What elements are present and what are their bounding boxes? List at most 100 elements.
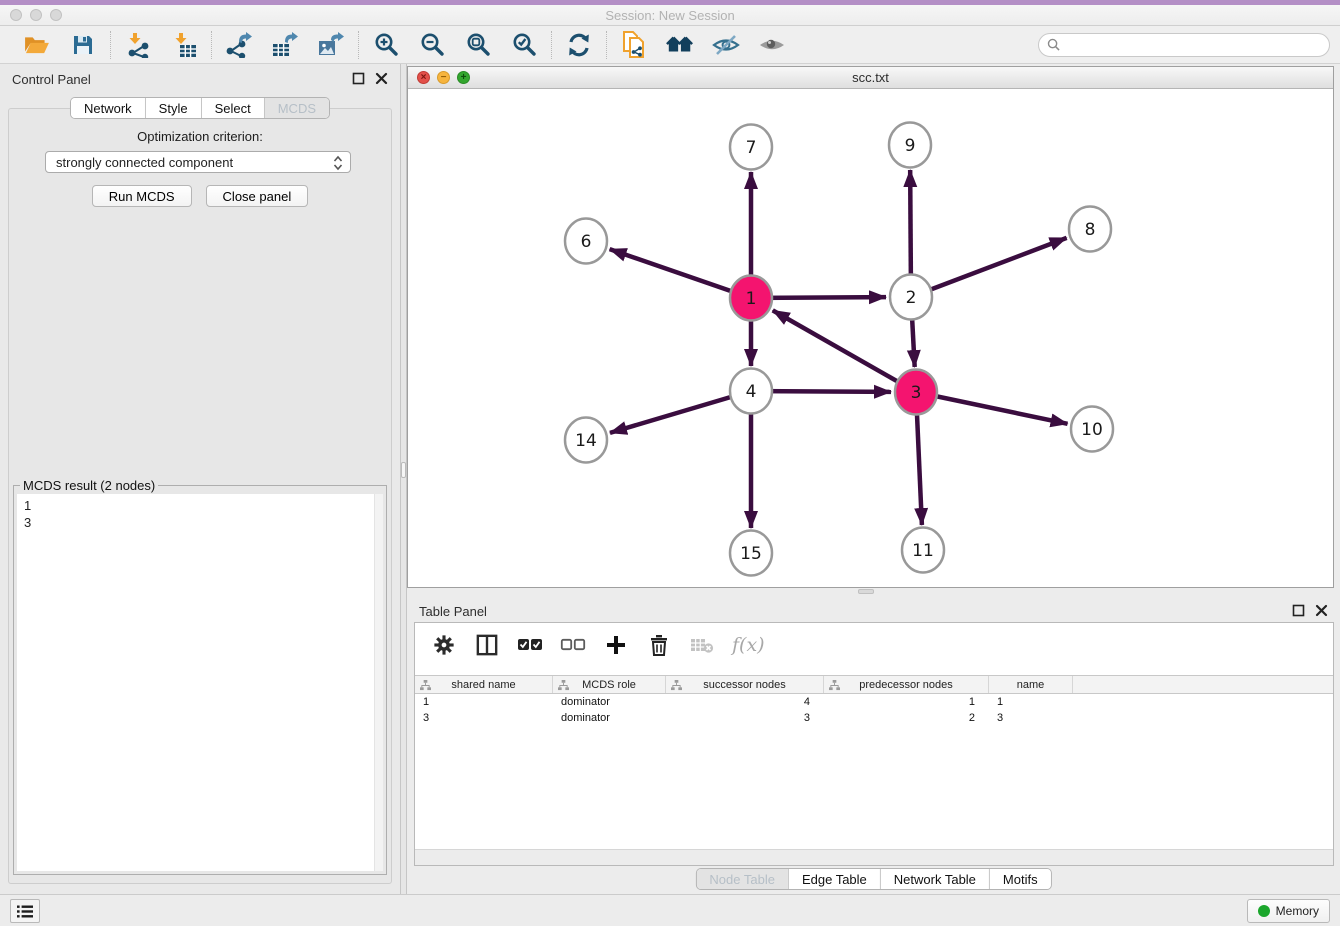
close-panel-icon[interactable] bbox=[1315, 604, 1328, 617]
tab-node-table[interactable]: Node Table bbox=[696, 869, 788, 889]
graph-node-label-14: 14 bbox=[575, 431, 597, 451]
tab-style[interactable]: Style bbox=[145, 98, 201, 118]
table-body: 1dominator4113dominator323 bbox=[415, 694, 1333, 726]
criterion-value: strongly connected component bbox=[56, 155, 233, 170]
import-network-icon[interactable] bbox=[124, 31, 152, 59]
close-network-icon[interactable]: × bbox=[417, 71, 430, 84]
tab-edge-table[interactable]: Edge Table bbox=[788, 869, 880, 889]
graph-edge-3-10[interactable] bbox=[916, 392, 1068, 424]
table-footer-strip bbox=[415, 849, 1333, 865]
run-mcds-button[interactable]: Run MCDS bbox=[92, 185, 192, 207]
table-cell[interactable]: 1 bbox=[824, 694, 989, 710]
graph-node-label-1: 1 bbox=[746, 289, 757, 309]
tab-network[interactable]: Network bbox=[71, 98, 145, 118]
float-panel-icon[interactable] bbox=[1292, 604, 1305, 617]
table-toolbar: f(x) bbox=[415, 623, 1333, 667]
minimize-network-icon[interactable]: − bbox=[437, 71, 450, 84]
table-row[interactable]: 1dominator411 bbox=[415, 694, 1333, 710]
list-icon bbox=[17, 905, 33, 918]
horizontal-splitter[interactable] bbox=[407, 588, 1340, 596]
column-header-name[interactable]: name bbox=[989, 676, 1073, 693]
vertical-splitter[interactable] bbox=[400, 64, 407, 894]
node-table-container: f(x) shared nameMCDS rolesuccessor nodes… bbox=[414, 622, 1334, 866]
graph-node-label-11: 11 bbox=[912, 541, 934, 561]
table-cell[interactable]: 1 bbox=[989, 694, 1073, 710]
graph-node-label-8: 8 bbox=[1085, 220, 1096, 240]
mcds-result-text[interactable]: 1 3 bbox=[17, 494, 383, 871]
graph-node-label-3: 3 bbox=[911, 383, 922, 403]
graph-node-label-10: 10 bbox=[1081, 420, 1103, 440]
optimization-criterion-label: Optimization criterion: bbox=[9, 129, 391, 144]
graph-node-label-4: 4 bbox=[746, 382, 757, 402]
network-window-title: scc.txt bbox=[408, 70, 1333, 85]
graph-edge-2-8[interactable] bbox=[911, 238, 1067, 297]
table-panel-title: Table Panel bbox=[419, 604, 487, 619]
export-table-icon[interactable] bbox=[271, 31, 299, 59]
splitter-grip[interactable] bbox=[858, 589, 874, 594]
show-all-eye-icon[interactable] bbox=[758, 31, 786, 59]
tab-network-table[interactable]: Network Table bbox=[880, 869, 989, 889]
splitter-grip[interactable] bbox=[401, 462, 406, 478]
network-from-file-icon[interactable] bbox=[620, 31, 648, 59]
table-cell[interactable]: 3 bbox=[666, 710, 824, 726]
graph-edge-3-1[interactable] bbox=[773, 310, 916, 392]
tab-mcds[interactable]: MCDS bbox=[264, 98, 329, 118]
mcds-result-fieldset: MCDS result (2 nodes) 1 3 bbox=[13, 485, 387, 875]
control-panel: Control Panel NetworkStyleSelectMCDS Opt… bbox=[0, 64, 400, 894]
tab-motifs[interactable]: Motifs bbox=[989, 869, 1051, 889]
maximize-network-icon[interactable]: + bbox=[457, 71, 470, 84]
split-columns-icon[interactable] bbox=[474, 632, 500, 658]
table-cell[interactable]: dominator bbox=[553, 694, 666, 710]
table-cell[interactable]: 3 bbox=[415, 710, 553, 726]
column-header-MCDS-role[interactable]: MCDS role bbox=[553, 676, 666, 693]
delete-column-trash-icon[interactable] bbox=[646, 632, 672, 658]
hide-selected-eye-icon[interactable] bbox=[712, 31, 740, 59]
first-neighbors-icon[interactable] bbox=[666, 31, 694, 59]
column-header-predecessor-nodes[interactable]: predecessor nodes bbox=[824, 676, 989, 693]
criterion-dropdown[interactable]: strongly connected component bbox=[45, 151, 351, 173]
graph-node-label-6: 6 bbox=[581, 232, 592, 252]
search-box[interactable] bbox=[1038, 33, 1330, 57]
task-history-button[interactable] bbox=[10, 899, 40, 923]
open-folder-icon[interactable] bbox=[23, 31, 51, 59]
import-table-icon[interactable] bbox=[170, 31, 198, 59]
zoom-selected-icon[interactable] bbox=[510, 31, 538, 59]
table-panel: Table Panel bbox=[407, 596, 1340, 894]
network-graph[interactable]: 7968124314101511 bbox=[408, 89, 1333, 587]
column-header-successor-nodes[interactable]: successor nodes bbox=[666, 676, 824, 693]
zoom-out-icon[interactable] bbox=[418, 31, 446, 59]
table-row[interactable]: 3dominator323 bbox=[415, 710, 1333, 726]
network-view-window: × − + scc.txt 7968124314101511 bbox=[407, 66, 1334, 588]
network-canvas[interactable]: 7968124314101511 bbox=[408, 89, 1333, 587]
memory-label: Memory bbox=[1276, 904, 1319, 918]
settings-gear-icon[interactable] bbox=[431, 632, 457, 658]
zoom-fit-icon[interactable] bbox=[464, 31, 492, 59]
delete-table-icon bbox=[689, 632, 715, 658]
table-cell[interactable]: dominator bbox=[553, 710, 666, 726]
table-header-row: shared nameMCDS rolesuccessor nodesprede… bbox=[415, 675, 1333, 694]
add-column-icon[interactable] bbox=[603, 632, 629, 658]
save-session-icon[interactable] bbox=[69, 31, 97, 59]
result-scrollbar[interactable] bbox=[374, 494, 383, 871]
network-window-titlebar[interactable]: × − + scc.txt bbox=[408, 67, 1333, 89]
table-cell[interactable]: 3 bbox=[989, 710, 1073, 726]
graph-node-label-7: 7 bbox=[746, 138, 757, 158]
search-input[interactable] bbox=[1065, 38, 1321, 52]
tab-select[interactable]: Select bbox=[201, 98, 264, 118]
table-cell[interactable]: 1 bbox=[415, 694, 553, 710]
memory-button[interactable]: Memory bbox=[1247, 899, 1330, 923]
export-network-icon[interactable] bbox=[225, 31, 253, 59]
export-image-icon[interactable] bbox=[317, 31, 345, 59]
refresh-icon[interactable] bbox=[565, 31, 593, 59]
zoom-in-icon[interactable] bbox=[372, 31, 400, 59]
deselect-all-icon[interactable] bbox=[560, 632, 586, 658]
select-all-checked-icon[interactable] bbox=[517, 632, 543, 658]
close-panel-icon[interactable] bbox=[375, 72, 388, 85]
mcds-result-title: MCDS result (2 nodes) bbox=[20, 478, 158, 493]
close-panel-button[interactable]: Close panel bbox=[206, 185, 309, 207]
table-cell[interactable]: 4 bbox=[666, 694, 824, 710]
table-cell[interactable]: 2 bbox=[824, 710, 989, 726]
float-panel-icon[interactable] bbox=[352, 72, 365, 85]
column-header-shared-name[interactable]: shared name bbox=[415, 676, 553, 693]
app-titlebar: Session: New Session bbox=[0, 5, 1340, 26]
